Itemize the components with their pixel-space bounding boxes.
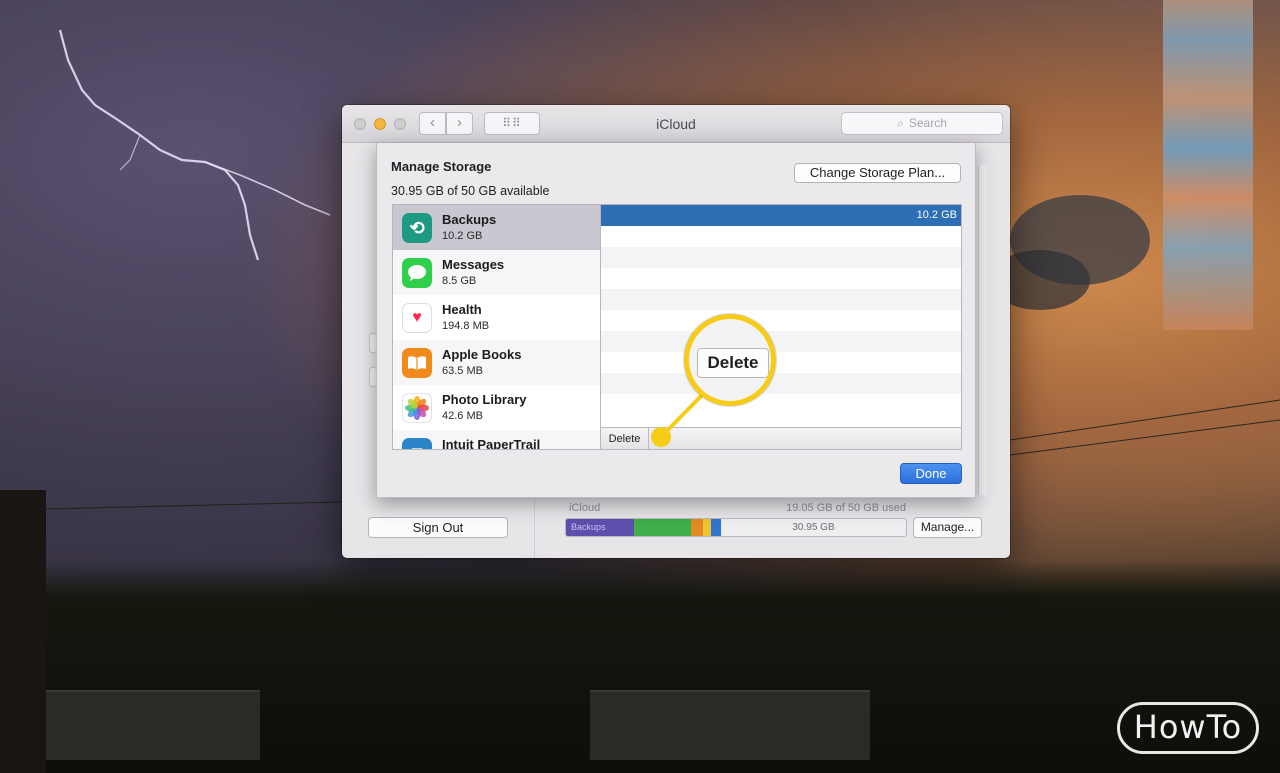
app-size: 8.5 GB xyxy=(442,275,477,287)
app-name: Photo Library xyxy=(442,392,527,407)
manage-storage-sheet: Manage Storage 30.95 GB of 50 GB availab… xyxy=(376,143,976,498)
photos-icon xyxy=(402,393,432,423)
table-row xyxy=(601,394,961,415)
bar-segment-other xyxy=(711,519,721,536)
table-row xyxy=(601,268,961,289)
table-row xyxy=(601,352,961,373)
building xyxy=(590,690,870,760)
delete-button[interactable]: Delete xyxy=(601,428,649,449)
search-icon: ⌕ xyxy=(897,116,904,130)
howto-watermark-logo: HowTo xyxy=(1117,702,1259,754)
app-size: 42.6 MB xyxy=(442,410,483,422)
table-row xyxy=(601,373,961,394)
papertrail-icon: ▤ xyxy=(402,438,432,449)
service-list-edge xyxy=(978,165,987,495)
heart-icon: ♥ xyxy=(402,303,432,333)
list-item-backups[interactable]: ⟲ Backups 10.2 GB xyxy=(393,205,600,250)
blurred-block xyxy=(1163,0,1253,330)
bar-segment-free: 30.95 GB xyxy=(792,522,835,533)
storage-usage-bar: Backups 30.95 GB xyxy=(565,518,907,537)
selected-backup-row[interactable]: 10.2 GB xyxy=(601,205,961,226)
change-storage-plan-button[interactable]: Change Storage Plan... xyxy=(794,163,961,183)
manage-button[interactable]: Manage... xyxy=(913,517,982,538)
callout-dot xyxy=(651,427,671,447)
app-name: Intuit PaperTrail xyxy=(442,437,541,450)
title-bar: ‹ › ⠿⠿ iCloud ⌕ Search xyxy=(342,105,1010,143)
icloud-storage-label: iCloud xyxy=(569,502,601,514)
table-row xyxy=(601,289,961,310)
book-icon xyxy=(402,348,432,378)
table-row xyxy=(601,331,961,352)
bar-segment-messages xyxy=(634,519,691,536)
backup-detail-list[interactable]: 10.2 GB Delete xyxy=(601,204,962,450)
backup-icon: ⟲ xyxy=(402,213,432,243)
app-size: 63.5 MB xyxy=(442,365,483,377)
bar-segment-backups: Backups xyxy=(566,519,634,536)
app-name: Backups xyxy=(442,212,497,227)
search-placeholder: Search xyxy=(908,116,947,130)
list-item-apple-books[interactable]: Apple Books 63.5 MB xyxy=(393,340,600,385)
tree-silhouette xyxy=(0,560,1280,773)
available-storage-text: 30.95 GB of 50 GB available xyxy=(391,184,550,198)
table-row xyxy=(601,310,961,331)
list-item-health[interactable]: ♥ Health 194.8 MB xyxy=(393,295,600,340)
table-row xyxy=(601,247,961,268)
list-item-photo-library[interactable]: Photo Library 42.6 MB xyxy=(393,385,600,430)
sheet-title: Manage Storage xyxy=(391,159,492,174)
messages-icon xyxy=(402,258,432,288)
app-name: Health xyxy=(442,302,482,317)
list-item-intuit-papertrail[interactable]: ▤ Intuit PaperTrail xyxy=(393,430,600,450)
search-field[interactable]: ⌕ Search xyxy=(841,112,1003,135)
list-item-messages[interactable]: Messages 8.5 GB xyxy=(393,250,600,295)
app-name: Messages xyxy=(442,257,505,272)
app-storage-list[interactable]: ⟲ Backups 10.2 GB Messages 8.5 GB ♥ Heal… xyxy=(392,204,601,450)
building xyxy=(30,690,260,760)
done-button[interactable]: Done xyxy=(900,463,962,484)
callout-delete-button: Delete xyxy=(697,348,769,378)
sign-out-button[interactable]: Sign Out xyxy=(368,517,508,538)
app-size: 194.8 MB xyxy=(442,320,490,332)
pole xyxy=(0,490,46,773)
app-name: Apple Books xyxy=(442,347,522,362)
table-row xyxy=(601,226,961,247)
storage-used-text: 19.05 GB of 50 GB used xyxy=(786,502,906,514)
app-size: 10.2 GB xyxy=(442,230,483,242)
callout-magnifier: Delete xyxy=(684,314,776,406)
bar-segment-other xyxy=(691,519,703,536)
bar-segment-other xyxy=(703,519,711,536)
